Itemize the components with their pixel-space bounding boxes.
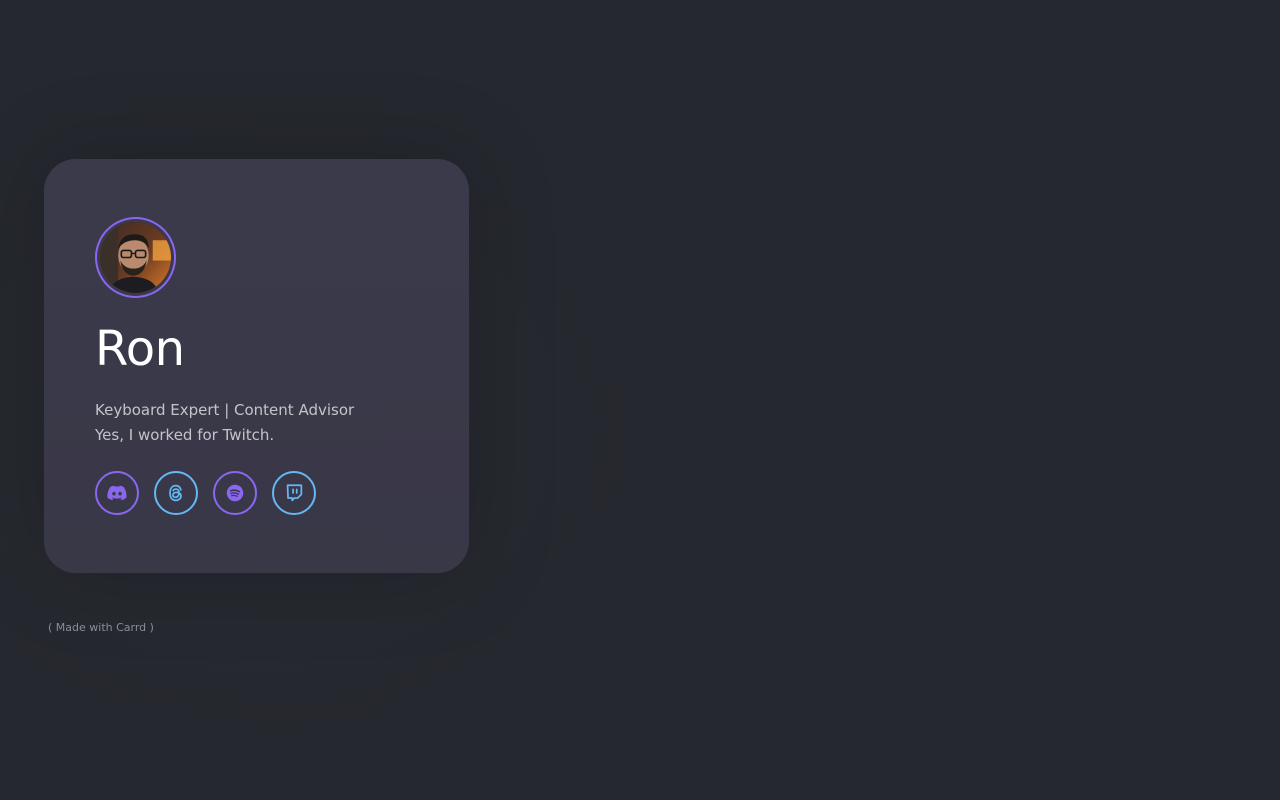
spotify-link[interactable] bbox=[213, 471, 257, 515]
threads-icon bbox=[169, 484, 182, 502]
discord-icon bbox=[107, 485, 127, 501]
made-with-carrd-link[interactable]: ( Made with Carrd ) bbox=[48, 621, 154, 634]
profile-card: Ron Keyboard Expert | Content Advisor Ye… bbox=[44, 159, 469, 573]
threads-link[interactable] bbox=[154, 471, 198, 515]
twitch-link[interactable] bbox=[272, 471, 316, 515]
profile-name: Ron bbox=[95, 321, 185, 377]
discord-link[interactable] bbox=[95, 471, 139, 515]
avatar-photo bbox=[100, 222, 171, 293]
spotify-icon bbox=[226, 484, 244, 502]
twitch-icon bbox=[286, 484, 303, 502]
avatar bbox=[95, 217, 176, 298]
profile-bio: Keyboard Expert | Content Advisor Yes, I… bbox=[95, 398, 354, 448]
page: Ron Keyboard Expert | Content Advisor Ye… bbox=[0, 0, 1280, 800]
bio-line-1: Keyboard Expert | Content Advisor bbox=[95, 401, 355, 419]
social-links bbox=[95, 471, 316, 515]
bio-line-2: Yes, I worked for Twitch. bbox=[95, 426, 275, 444]
avatar-image bbox=[100, 222, 171, 293]
